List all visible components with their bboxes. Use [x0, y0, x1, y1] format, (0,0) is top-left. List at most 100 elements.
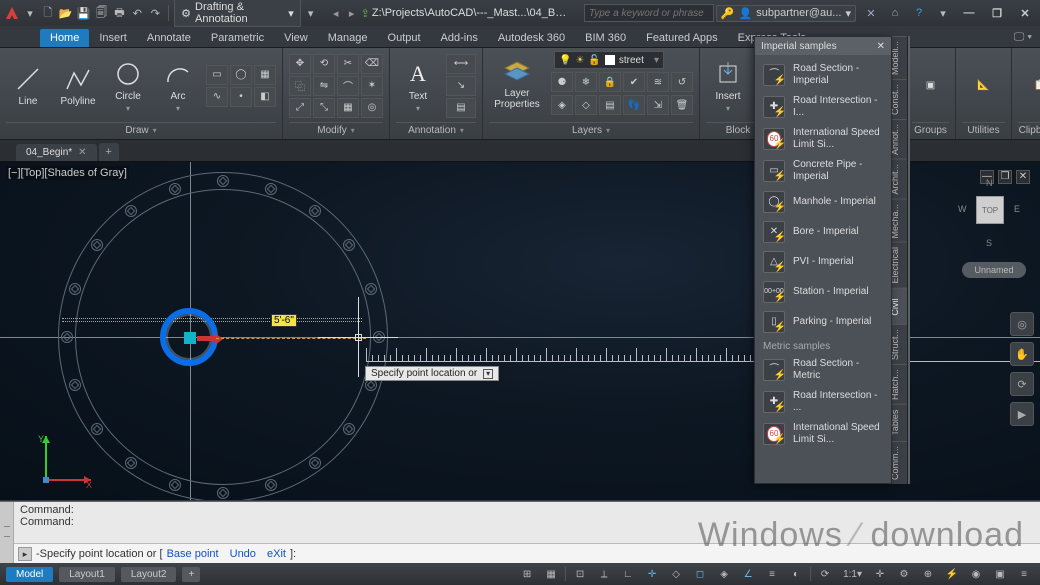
- spline-icon[interactable]: ∿: [206, 87, 228, 107]
- modelspace-toggle-icon[interactable]: ⊞: [517, 565, 537, 583]
- doc-tab[interactable]: 04_Begin*✕: [16, 144, 97, 161]
- layer-prev-icon[interactable]: ↺: [671, 72, 693, 92]
- palette-side-tab[interactable]: Electrical: [890, 242, 907, 288]
- 3dosnap-toggle-icon[interactable]: ◈: [714, 565, 734, 583]
- palette-side-tab[interactable]: Civil: [890, 288, 907, 325]
- paste-button[interactable]: 📋: [1018, 71, 1040, 101]
- palette-item[interactable]: ✕⚡Bore - Imperial: [755, 217, 891, 247]
- save-icon[interactable]: 💾: [76, 4, 92, 22]
- restore-button[interactable]: ❐: [986, 4, 1008, 22]
- move-icon[interactable]: ✥: [289, 54, 311, 74]
- offset-icon[interactable]: ◎: [361, 98, 383, 118]
- nav-wheel-icon[interactable]: ◎: [1010, 312, 1034, 336]
- osnap-toggle-icon[interactable]: ◻: [690, 565, 710, 583]
- workspace-menu-icon[interactable]: ▾: [303, 4, 319, 22]
- cmd-option-undo[interactable]: Undo: [230, 548, 256, 560]
- anno-scale[interactable]: 1:1 ▾: [839, 565, 866, 583]
- ribbon-tab-manage[interactable]: Manage: [318, 29, 378, 47]
- grid-toggle-icon[interactable]: ▦: [541, 565, 561, 583]
- app-logo-icon[interactable]: [4, 4, 20, 22]
- anno-visibility-icon[interactable]: ✛: [870, 565, 890, 583]
- command-recent-icon[interactable]: ▸: [18, 547, 32, 561]
- dimension-icon[interactable]: ⟷: [446, 54, 476, 74]
- layer-uniso-icon[interactable]: ◇: [575, 95, 597, 115]
- palette-side-tab[interactable]: Const...: [890, 79, 907, 119]
- layer-walk-icon[interactable]: 👣: [623, 95, 645, 115]
- command-drag-handle[interactable]: [0, 502, 14, 563]
- rectangle-icon[interactable]: ▭: [206, 65, 228, 85]
- snap-toggle-icon[interactable]: ⊡: [570, 565, 590, 583]
- trim-icon[interactable]: ✂: [337, 54, 359, 74]
- measure-button[interactable]: 📐: [962, 71, 1005, 101]
- layer-merge-icon[interactable]: ⇲: [647, 95, 669, 115]
- arc-button[interactable]: Arc▾: [156, 59, 200, 113]
- command-window[interactable]: Command: Command: ▸ -Specify point locat…: [0, 501, 1040, 563]
- saveas-icon[interactable]: 🗐: [94, 4, 110, 22]
- layout-tab-model[interactable]: Model: [6, 567, 53, 582]
- layout-tab-layout1[interactable]: Layout1: [59, 567, 115, 582]
- viewcube-wcs-label[interactable]: Unnamed: [962, 262, 1026, 278]
- ribbon-tab-parametric[interactable]: Parametric: [201, 29, 274, 47]
- transparency-toggle-icon[interactable]: ◐: [786, 565, 806, 583]
- array-icon[interactable]: ▦: [337, 98, 359, 118]
- nav-pan-icon[interactable]: ✋: [1010, 342, 1034, 366]
- anno-monitor-icon[interactable]: ⊕: [918, 565, 938, 583]
- ribbon-tab-addins[interactable]: Add-ins: [431, 29, 488, 47]
- new-icon[interactable]: 🗋: [40, 4, 56, 22]
- otrack-toggle-icon[interactable]: ∠: [738, 565, 758, 583]
- redo-icon[interactable]: ↷: [147, 4, 163, 22]
- rotate-icon[interactable]: ⟲: [313, 54, 335, 74]
- ribbon-tab-annotate[interactable]: Annotate: [137, 29, 201, 47]
- ribbon-options-icon[interactable]: 🖵 ▾: [1006, 28, 1040, 47]
- explode-icon[interactable]: ✶: [361, 76, 383, 96]
- palette-item[interactable]: ◯⚡Manhole - Imperial: [755, 187, 891, 217]
- palette-side-tab[interactable]: Modeli...: [890, 36, 907, 79]
- layout-add-button[interactable]: +: [182, 567, 200, 582]
- layer-properties-button[interactable]: Layer Properties: [489, 56, 545, 110]
- mirror-icon[interactable]: ⇋: [313, 76, 335, 96]
- fillet-icon[interactable]: ⌒: [337, 76, 359, 96]
- palette-item[interactable]: ✚⚡Road Intersection - ...: [755, 386, 891, 418]
- palette-side-tab[interactable]: Tables: [890, 404, 907, 441]
- prompt-options-icon[interactable]: ▾: [483, 369, 493, 379]
- layer-off-icon[interactable]: ⚈: [551, 72, 573, 92]
- layout-tab-layout2[interactable]: Layout2: [121, 567, 177, 582]
- ribbon-tab-bim360[interactable]: BIM 360: [575, 29, 636, 47]
- close-icon[interactable]: ✕: [78, 147, 86, 158]
- palette-item[interactable]: ⏜⚡Road Section - Metric: [755, 354, 891, 386]
- ribbon-tab-a360[interactable]: Autodesk 360: [488, 29, 575, 47]
- cmd-option-exit[interactable]: eXit: [267, 548, 286, 560]
- erase-icon[interactable]: ⌫: [361, 54, 383, 74]
- ribbon-tab-featured[interactable]: Featured Apps: [636, 29, 728, 47]
- cmd-option-basepoint[interactable]: Base point: [167, 548, 219, 560]
- ribbon-tab-view[interactable]: View: [274, 29, 318, 47]
- ribbon-tab-home[interactable]: Home: [40, 29, 89, 47]
- palette-item[interactable]: ⏜⚡Road Section - Imperial: [755, 59, 891, 91]
- cleanscreen-icon[interactable]: ▣: [990, 565, 1010, 583]
- ellipse-icon[interactable]: ◯: [230, 65, 252, 85]
- base-point-grip[interactable]: [184, 332, 196, 344]
- layer-freeze-icon[interactable]: ❄: [575, 72, 597, 92]
- ucs-icon[interactable]: YX: [36, 430, 96, 490]
- palette-close-icon[interactable]: ✕: [877, 41, 885, 52]
- plot-icon[interactable]: 🖶: [112, 4, 128, 22]
- palette-side-tab[interactable]: Mecha...: [890, 199, 907, 243]
- layer-lock-icon[interactable]: 🔒: [599, 72, 621, 92]
- dynamic-prompt[interactable]: Specify point location or ▾: [365, 366, 499, 381]
- palette-item[interactable]: ▯⚡Parking - Imperial: [755, 307, 891, 337]
- palette-side-tab[interactable]: Comm...: [890, 441, 907, 484]
- lineweight-toggle-icon[interactable]: ≡: [762, 565, 782, 583]
- ribbon-tab-insert[interactable]: Insert: [89, 29, 137, 47]
- point-icon[interactable]: •: [230, 87, 252, 107]
- palette-side-tab[interactable]: Hatch...: [890, 364, 907, 404]
- circle-button[interactable]: Circle▾: [106, 59, 150, 113]
- command-input[interactable]: ▸ -Specify point location or [ Base poin…: [14, 543, 1040, 563]
- file-prev-icon[interactable]: ◂: [329, 7, 343, 20]
- cycling-icon[interactable]: ⟳: [815, 565, 835, 583]
- palette-item[interactable]: 60⚡International Speed Limit Si...: [755, 418, 891, 450]
- layer-iso-icon[interactable]: ◈: [551, 95, 573, 115]
- nav-showmotion-icon[interactable]: ▶: [1010, 402, 1034, 426]
- palette-item[interactable]: △⚡PVI - Imperial: [755, 247, 891, 277]
- viewcube-face[interactable]: TOP: [976, 196, 1004, 224]
- dynamic-distance-input[interactable]: 5'-6": [271, 314, 297, 327]
